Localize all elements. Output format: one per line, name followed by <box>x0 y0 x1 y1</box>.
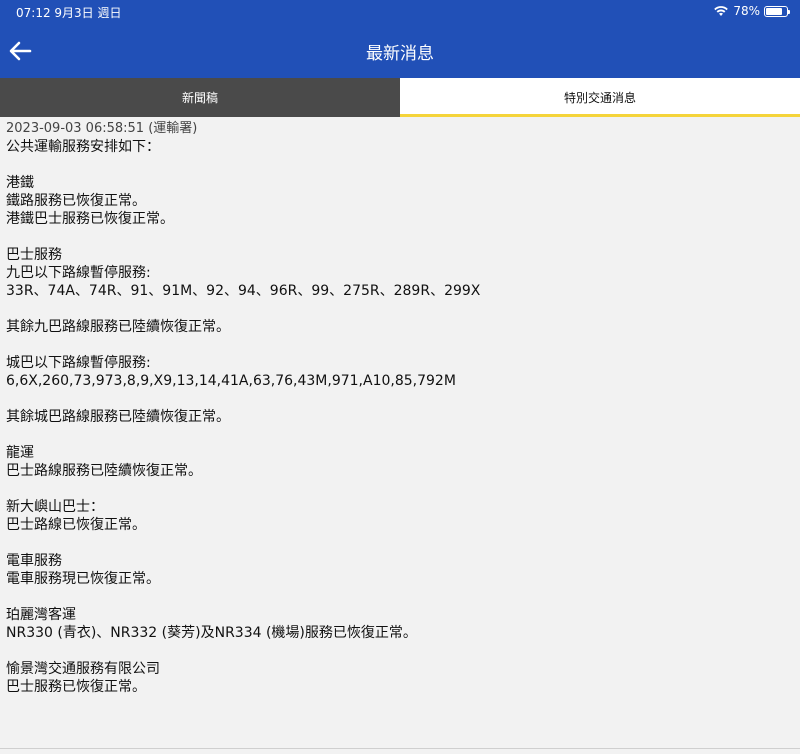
message-line: 公共運輸服務安排如下： <box>6 139 160 155</box>
message-line: 其餘九巴路線服務已陸續恢復正常。 <box>6 319 230 335</box>
message-line <box>6 390 794 408</box>
message-line: 巴士服務 <box>6 247 62 263</box>
message-line <box>6 480 794 498</box>
battery-icon <box>764 5 790 17</box>
status-bar: 07:12 9月3日 週日 78% <box>0 0 800 24</box>
message-line: 其餘城巴路線服務已陸續恢復正常。 <box>6 409 230 425</box>
message-line <box>6 228 794 246</box>
message-content: 2023-09-03 06:58:51 (運輸署) 公共運輸服務安排如下： 港鐵鐵… <box>0 117 800 747</box>
message-line: 港鐵 <box>6 175 34 191</box>
message-line: 巴士路線已恢復正常。 <box>6 517 146 533</box>
message-body: 公共運輸服務安排如下： 港鐵鐵路服務已恢復正常。港鐵巴士服務已恢復正常。 巴士服務九… <box>6 138 794 696</box>
status-indicators: 78% <box>713 4 790 18</box>
message-line: 愉景灣交通服務有限公司 <box>6 661 160 677</box>
battery-percent: 78% <box>733 4 760 18</box>
message-line: 城巴以下路線暫停服務: <box>6 355 151 371</box>
message-line: 鐵路服務已恢復正常。 <box>6 193 146 209</box>
page-title: 最新消息 <box>366 44 434 64</box>
message-line: 龍運 <box>6 445 34 461</box>
message-line <box>6 336 794 354</box>
message-line: 珀麗灣客運 <box>6 607 76 623</box>
message-line: 巴士路線服務已陸續恢復正常。 <box>6 463 202 479</box>
message-line <box>6 426 794 444</box>
battery-tip <box>788 9 790 14</box>
message-meta: 2023-09-03 06:58:51 (運輸署) <box>6 121 198 136</box>
message-line <box>6 300 794 318</box>
tab-bar: 新聞稿 特別交通消息 <box>0 78 800 117</box>
status-time-date: 07:12 9月3日 週日 <box>16 6 122 20</box>
message-line: 33R、74A、74R、91、91M、92、94、96R、99、275R、289… <box>6 283 481 299</box>
battery-fill <box>766 7 782 15</box>
message-line: 港鐵巴士服務已恢復正常。 <box>6 211 174 227</box>
wifi-icon <box>714 6 729 16</box>
message-line <box>6 156 794 174</box>
message-line: NR330 (青衣)、NR332 (葵芳)及NR334 (機場)服務已恢復正常。 <box>6 625 417 641</box>
tab-special-traffic-news[interactable]: 特別交通消息 <box>400 78 800 117</box>
tab-press-releases[interactable]: 新聞稿 <box>0 78 400 117</box>
message-line: 電車服務 <box>6 553 62 569</box>
tab-label: 特別交通消息 <box>563 91 636 105</box>
message-line: 九巴以下路線暫停服務: <box>6 265 151 281</box>
app-bar: 最新消息 <box>0 24 800 78</box>
message-line <box>6 534 794 552</box>
message-line: 電車服務現已恢復正常。 <box>6 571 160 587</box>
tab-label: 新聞稿 <box>181 91 218 105</box>
bottom-divider <box>0 748 800 749</box>
message-line: 6,6X,260,73,973,8,9,X9,13,14,41A,63,76,4… <box>6 373 456 389</box>
message-line: 新大嶼山巴士： <box>6 499 104 515</box>
message-line <box>6 588 794 606</box>
message-line <box>6 642 794 660</box>
message-line: 巴士服務已恢復正常。 <box>6 679 146 695</box>
